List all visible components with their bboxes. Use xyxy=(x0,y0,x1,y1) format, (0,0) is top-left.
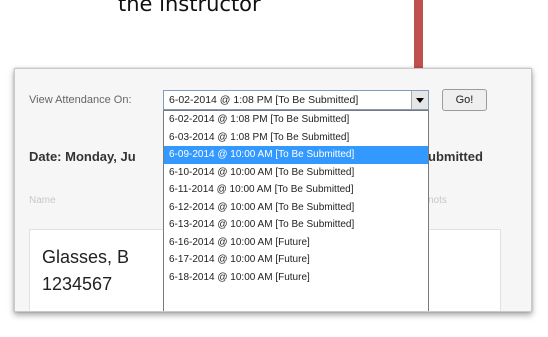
caption-text: the instructor xyxy=(118,0,261,16)
date-option[interactable]: 6-12-2014 @ 10:00 AM [To Be Submitted] xyxy=(164,199,428,217)
student-name: Glasses, B xyxy=(42,247,130,267)
date-option[interactable]: 6-03-2014 @ 1:08 PM [To Be Submitted] xyxy=(164,129,428,147)
date-option[interactable]: 6-13-2014 @ 10:00 AM [To Be Submitted] xyxy=(164,216,428,234)
column-header-name: Name xyxy=(29,195,56,206)
date-heading-status: ubmitted xyxy=(428,149,483,164)
student-id: 1234567 xyxy=(42,274,113,294)
date-options-list[interactable]: 6-02-2014 @ 1:08 PM [To Be Submitted] 6-… xyxy=(163,110,429,311)
date-option[interactable]: 6-02-2014 @ 1:08 PM [To Be Submitted] xyxy=(164,111,428,129)
date-heading: Date: Monday, Ju xyxy=(29,149,136,164)
dropdown-toggle-button[interactable] xyxy=(411,91,428,109)
chevron-down-icon xyxy=(416,97,424,103)
attendance-panel: View Attendance On: 6-02-2014 @ 1:08 PM … xyxy=(14,68,532,312)
attendance-date-select[interactable]: 6-02-2014 @ 1:08 PM [To Be Submitted] xyxy=(163,90,429,110)
view-attendance-label: View Attendance On: xyxy=(29,94,132,106)
date-option[interactable]: 6-16-2014 @ 10:00 AM [Future] xyxy=(164,234,428,252)
column-header-notes: nots xyxy=(428,195,447,206)
go-button[interactable]: Go! xyxy=(442,89,487,111)
student-row-notes-cell xyxy=(421,229,501,311)
date-option[interactable]: 6-18-2014 @ 10:00 AM [Future] xyxy=(164,269,428,287)
date-option[interactable]: 6-11-2014 @ 10:00 AM [To Be Submitted] xyxy=(164,181,428,199)
selected-date-value: 6-02-2014 @ 1:08 PM [To Be Submitted] xyxy=(169,94,359,106)
date-option-highlighted[interactable]: 6-09-2014 @ 10:00 AM [To Be Submitted] xyxy=(164,146,428,164)
date-option[interactable]: 6-10-2014 @ 10:00 AM [To Be Submitted] xyxy=(164,164,428,182)
date-option[interactable]: 6-17-2014 @ 10:00 AM [Future] xyxy=(164,251,428,269)
